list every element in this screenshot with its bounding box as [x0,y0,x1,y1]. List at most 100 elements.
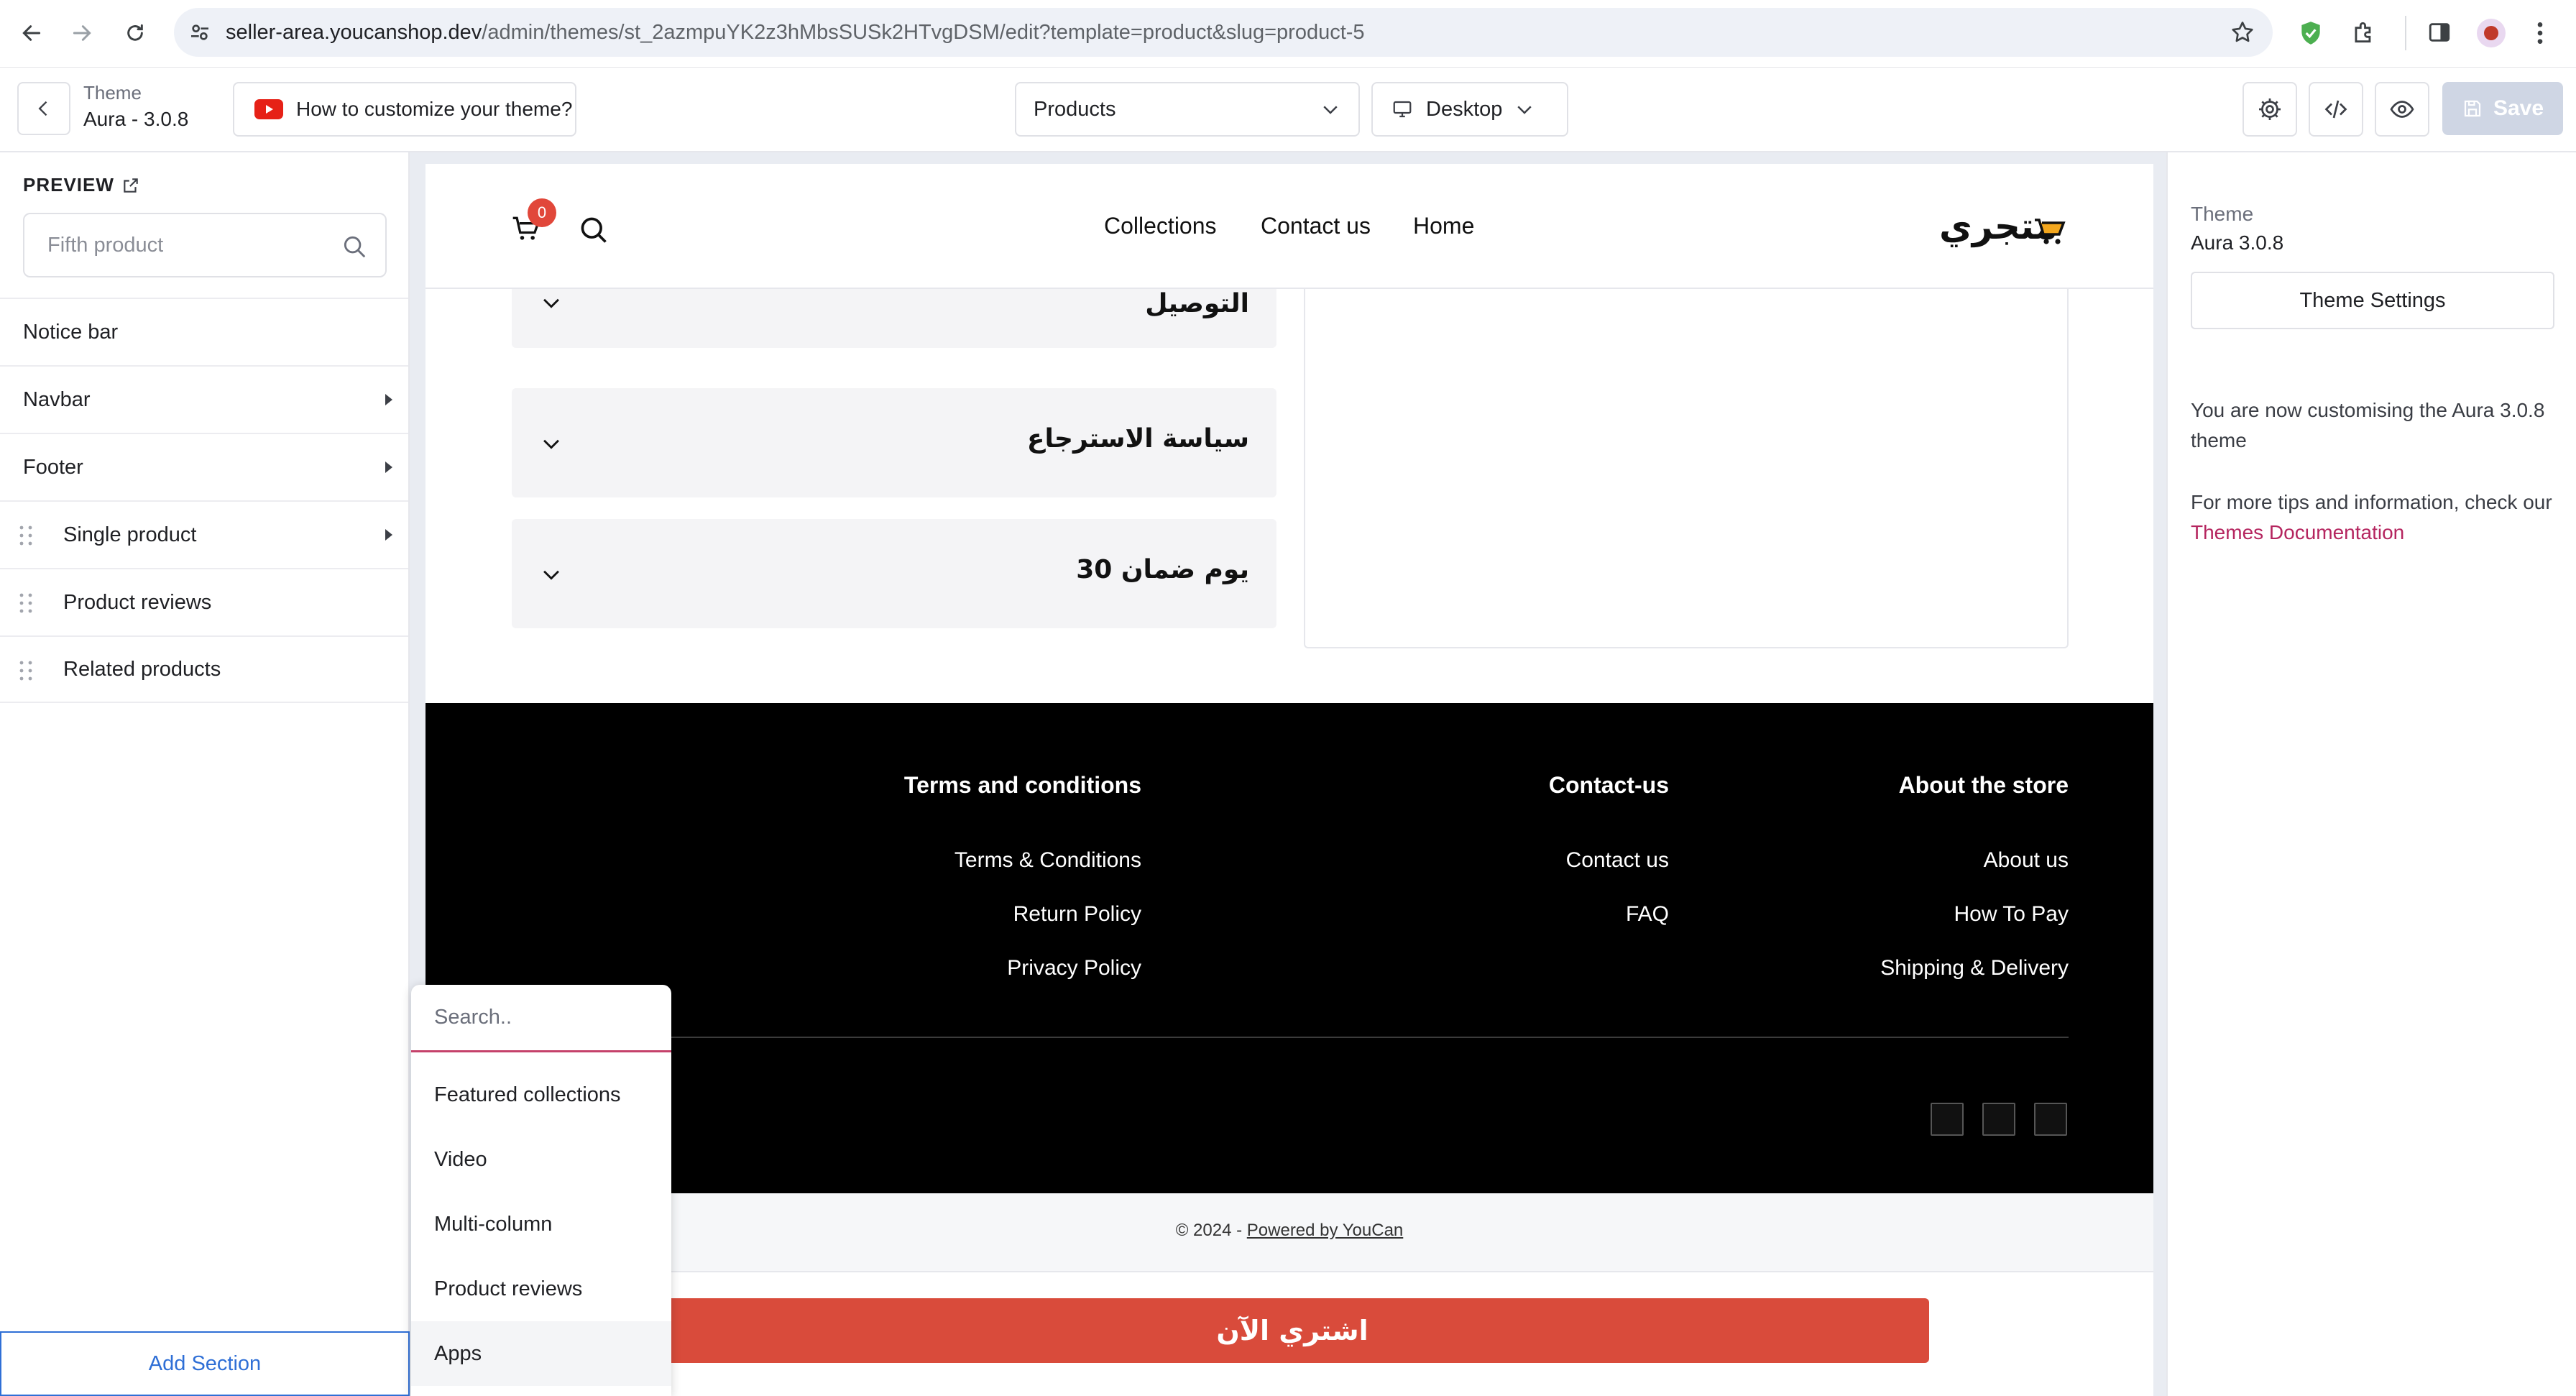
footer-link-about[interactable]: About us [1709,848,2069,873]
product-search-field[interactable] [23,213,387,277]
chrome-divider [2405,16,2406,50]
youtube-icon [254,99,283,119]
save-label: Save [2493,96,2544,120]
address-bar[interactable]: seller-area.youcanshop.dev/admin/themes/… [174,8,2273,57]
chevron-down-icon [543,439,559,449]
footer-link-faq[interactable]: FAQ [1310,902,1669,927]
theme-info-panel: Theme Aura 3.0.8 Theme Settings You are … [2166,152,2576,1396]
nav-link-collections[interactable]: Collections [1104,213,1217,239]
theme-settings-label: Theme Settings [2299,288,2446,312]
search-icon[interactable] [341,233,368,260]
section-search-input[interactable] [434,985,650,1050]
site-settings-icon[interactable] [188,21,211,47]
editor-toolbar: Theme Aura - 3.0.8 How to customize your… [0,68,2576,152]
section-search-field[interactable] [411,985,671,1052]
search-icon[interactable] [578,214,610,246]
page-template-select[interactable]: Products [1015,82,1360,137]
external-link-icon [124,178,138,193]
sidebar-item-label: Single product [63,523,197,546]
footer-link-terms[interactable]: Terms & Conditions [782,848,1141,873]
howto-video-button[interactable]: How to customize your theme? [233,82,576,137]
bookmark-star-icon[interactable] [2230,19,2255,49]
profile-avatar[interactable] [2477,19,2506,47]
theme-label: Theme [83,82,142,104]
drag-handle-icon[interactable] [19,592,33,614]
theme-settings-gear-button[interactable] [2242,82,2297,137]
store-header: 0 Collections Contact us Home متجري [426,164,2153,289]
cart-count-badge: 0 [528,198,556,227]
shield-extension-icon[interactable] [2297,19,2324,51]
theme-settings-button[interactable]: Theme Settings [2191,272,2554,329]
sidebar-item-single-product[interactable]: Single product [0,500,408,568]
accordion-title: 30 يوم ضمان [1076,555,1249,584]
sidebar-item-footer[interactable]: Footer [0,433,408,500]
chevron-down-icon [543,570,559,580]
section-option-apps[interactable]: Apps [411,1321,671,1386]
sidebar-item-product-reviews[interactable]: Product reviews [0,568,408,635]
sidebar-item-navbar[interactable]: Navbar [0,365,408,433]
browser-chrome: seller-area.youcanshop.dev/admin/themes/… [0,0,2576,68]
buy-now-button[interactable]: اشتري الآن [656,1298,1929,1363]
social-image-icon[interactable] [1931,1103,1964,1136]
social-image-icon[interactable] [2034,1103,2067,1136]
footer-link-return[interactable]: Return Policy [782,902,1141,927]
back-arrow-icon[interactable] [14,16,49,50]
section-option-multi-column[interactable]: Multi-column [411,1192,671,1257]
sections-sidebar: PREVIEW Notice bar Navbar Footer Single … [0,152,410,1396]
add-section-popup: Featured collections Video Multi-column … [411,985,671,1396]
rp-theme-version: Aura 3.0.8 [2191,231,2284,254]
section-option-featured-collections[interactable]: Featured collections [411,1062,671,1127]
puzzle-extensions-icon[interactable] [2350,19,2378,50]
accordion-guarantee[interactable]: 30 يوم ضمان [512,519,1276,628]
sidebar-item-label: Navbar [23,387,91,411]
section-option-product-reviews[interactable]: Product reviews [411,1257,671,1321]
powered-by-link[interactable]: Powered by YouCan [1247,1221,1404,1240]
tips-prefix: For more tips and information, check our [2191,491,2552,513]
footer-link-contact[interactable]: Contact us [1310,848,1669,873]
side-panel-icon[interactable] [2426,20,2452,48]
page-select-value: Products [1034,97,1116,121]
desktop-monitor-icon [1393,101,1412,118]
drag-handle-icon[interactable] [19,525,33,546]
footer-link-privacy[interactable]: Privacy Policy [782,956,1141,981]
customising-note: You are now customising the Aura 3.0.8 t… [2191,399,2545,451]
social-image-icon[interactable] [1982,1103,2015,1136]
caret-right-icon[interactable] [385,529,392,541]
product-search-input[interactable] [47,214,335,276]
preview-eye-button[interactable] [2375,82,2429,137]
caret-right-icon[interactable] [385,461,392,473]
chevron-down-icon [543,298,559,308]
sidebar-item-label: Related products [63,657,221,681]
nav-link-home[interactable]: Home [1413,213,1474,239]
caret-right-icon[interactable] [385,394,392,405]
accordion-return-policy[interactable]: سياسة الاسترجاع [512,388,1276,497]
product-media-box [1304,289,2069,648]
sidebar-item-notice-bar[interactable]: Notice bar [0,298,408,365]
nav-link-contact[interactable]: Contact us [1261,213,1371,239]
reload-icon[interactable] [118,16,152,50]
accordion-title: سياسة الاسترجاع [1026,424,1249,454]
shopping-cart-logo-icon [2035,219,2066,244]
footer-col-about-title: About the store [1898,772,2069,798]
eye-icon [2390,101,2414,118]
add-section-button[interactable]: Add Section [0,1331,410,1396]
accordion-delivery[interactable]: التوصيل [512,289,1276,348]
drag-handle-icon[interactable] [19,660,33,681]
themes-documentation-link[interactable]: Themes Documentation [2191,521,2404,543]
footer-link-shipping[interactable]: Shipping & Delivery [1709,956,2069,981]
footer-col-contact-title: Contact-us [1548,772,1669,798]
footer-link-how-to-pay[interactable]: How To Pay [1709,902,2069,927]
save-button[interactable]: Save [2442,82,2563,135]
forward-arrow-icon[interactable] [65,16,99,50]
preview-link[interactable]: PREVIEW [23,174,140,196]
chevron-down-icon [1323,106,1338,114]
accordion-title: التوصيل [1145,289,1249,318]
code-editor-button[interactable] [2309,82,2363,137]
more-menu-icon[interactable] [2534,19,2546,51]
back-button[interactable] [17,82,70,135]
section-option-video[interactable]: Video [411,1127,671,1192]
store-footer: Terms and conditions Terms & Conditions … [426,703,2153,1193]
device-select[interactable]: Desktop [1371,82,1568,137]
sidebar-item-related-products[interactable]: Related products [0,635,408,703]
sidebar-item-label: Footer [23,455,83,479]
